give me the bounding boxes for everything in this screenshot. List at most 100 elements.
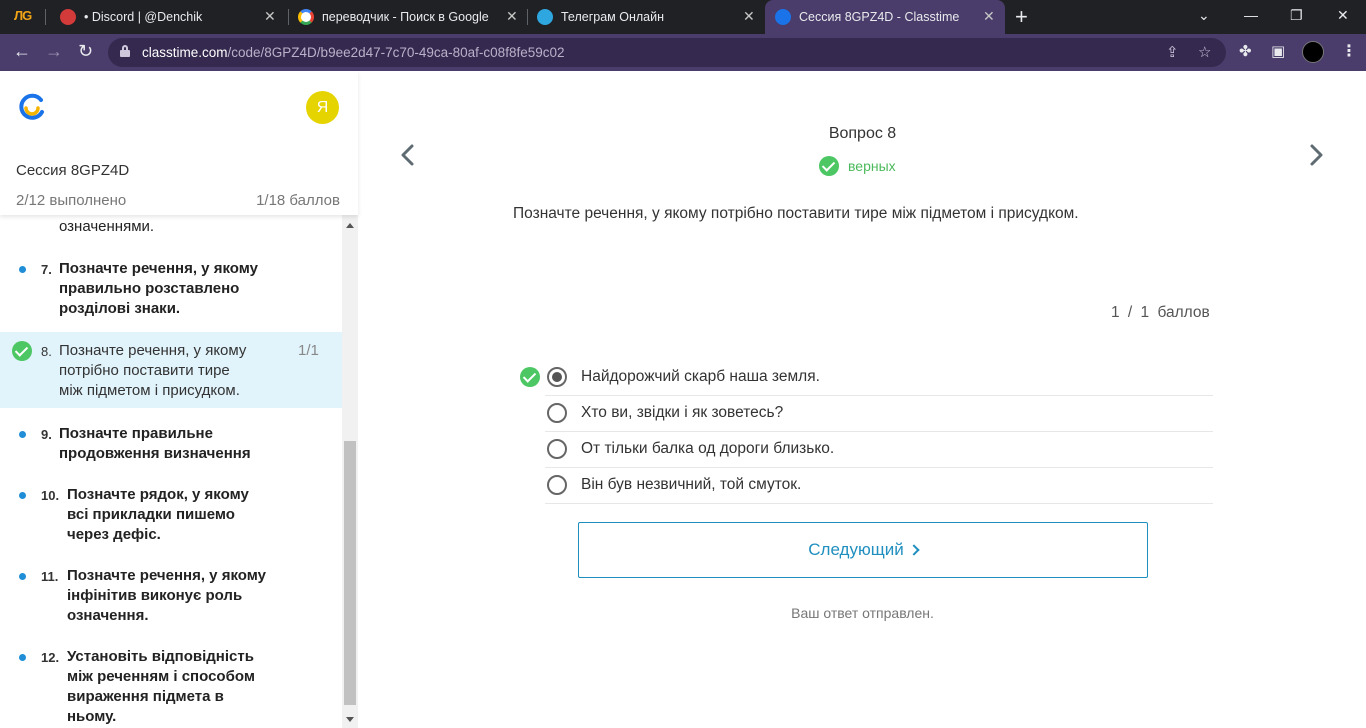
check-icon (12, 341, 32, 361)
question-title: Позначте рядок, у якому всі прикладки пи… (67, 486, 249, 543)
classtime-favicon-icon (775, 9, 791, 25)
tab-close-icon[interactable]: ✕ (983, 8, 995, 25)
answer-option[interactable]: От тільки балка од дороги близько. (545, 432, 1213, 468)
classtime-logo-icon[interactable] (18, 93, 46, 121)
unanswered-dot-icon (19, 654, 26, 661)
sidebar-scrollbar[interactable] (342, 215, 358, 728)
question-title: Позначте речення, у якому потрібно поста… (59, 342, 247, 399)
tab-search-icon[interactable]: ⌄ (1198, 7, 1210, 24)
forward-icon[interactable]: → (45, 41, 63, 62)
list-item[interactable]: 11. Позначте речення, у якому інфінітив … (0, 555, 342, 627)
next-button-label: Следующий (808, 540, 904, 559)
question-score: 1/1 (298, 342, 319, 359)
radio-button[interactable] (547, 439, 567, 459)
progress-completed: 2/12 выполнено (16, 192, 127, 209)
submitted-message: Ваш ответ отправлен. (791, 605, 934, 621)
list-item[interactable]: 9. Позначте правильне продовження визнач… (0, 413, 342, 467)
share-icon[interactable]: ⇪ (1166, 43, 1179, 61)
option-text: Найдорожчий скарб наша земля. (581, 368, 820, 385)
radio-button[interactable] (547, 475, 567, 495)
profile-icon[interactable] (1302, 41, 1324, 63)
question-label: Вопрос 8 (828, 125, 897, 142)
unanswered-dot-icon (19, 266, 26, 273)
extensions-icon[interactable]: ✤ (1239, 42, 1252, 60)
question-number: 12. (41, 650, 60, 665)
question-number: 9. (41, 427, 52, 442)
scroll-up-icon[interactable] (346, 223, 354, 228)
sidebar: Я Сессия 8GPZ4D 2/12 выполнено 1/18 балл… (0, 71, 358, 728)
question-number: 8. (41, 344, 52, 359)
question-title: означеннями. (59, 218, 155, 235)
next-question-icon[interactable] (1309, 143, 1325, 167)
tab-title: Телеграм Онлайн (561, 10, 665, 24)
session-title: Сессия 8GPZ4D (16, 162, 130, 179)
tab-title: переводчик - Поиск в Google (322, 10, 489, 24)
tab-close-icon[interactable]: ✕ (264, 8, 276, 25)
tab-title: Сессия 8GPZ4D - Classtime (799, 10, 960, 24)
unanswered-dot-icon (19, 492, 26, 499)
restore-icon[interactable]: ❐ (1290, 7, 1303, 24)
answer-option[interactable]: Найдорожчий скарб наша земля. (520, 360, 1213, 396)
lock-icon[interactable] (120, 45, 130, 57)
google-favicon-icon (298, 9, 314, 25)
correct-check-icon (520, 367, 540, 387)
question-text: Позначте речення, у якому потрібно поста… (513, 205, 1079, 222)
tab-google[interactable]: переводчик - Поиск в Google ✕ (288, 0, 526, 34)
list-item[interactable]: означеннями. (0, 215, 342, 243)
sidebar-header: Я Сессия 8GPZ4D 2/12 выполнено 1/18 балл… (0, 71, 358, 215)
check-icon (819, 156, 839, 176)
tab-separator (45, 9, 46, 25)
answer-option[interactable]: Він був незвичний, той смуток. (545, 468, 1213, 504)
previous-question-icon[interactable] (399, 143, 415, 167)
tab-title: • Discord | @Denchik (84, 10, 203, 24)
question-list: означеннями. 7. Позначте речення, у яком… (0, 215, 342, 728)
status-text: верных (848, 158, 896, 174)
option-text: От тільки балка од дороги близько. (581, 440, 835, 457)
option-text: Він був незвичний, той смуток. (581, 476, 802, 493)
list-item[interactable]: 10. Позначте рядок, у якому всі прикладк… (0, 474, 342, 546)
browser-tab-bar: ЛG • Discord | @Denchik ✕ переводчик - П… (0, 0, 1366, 34)
telegram-favicon-icon (537, 9, 553, 25)
browser-toolbar: ← → ↻ classtime.com/code/8GPZ4D/b9ee2d47… (0, 34, 1366, 71)
chevron-right-icon (908, 544, 920, 556)
progress-score: 1/18 баллов (256, 192, 340, 209)
menu-icon[interactable]: ⋮ (1341, 41, 1357, 61)
new-tab-icon[interactable]: + (1015, 4, 1028, 30)
option-text: Хто ви, звідки і як зоветесь? (581, 404, 784, 421)
close-window-icon[interactable]: ✕ (1337, 7, 1349, 24)
question-number: 7. (41, 262, 52, 277)
tab-telegram[interactable]: Телеграм Онлайн ✕ (527, 0, 765, 34)
unanswered-dot-icon (19, 431, 26, 438)
radio-button[interactable] (547, 403, 567, 423)
list-item[interactable]: 7. Позначте речення, у якому правильно р… (0, 249, 342, 321)
question-title: Позначте правильне продовження визначенн… (59, 425, 251, 462)
minimize-icon[interactable]: — (1244, 7, 1258, 23)
question-panel: Вопрос 8 верных Позначте речення, у яком… (359, 71, 1366, 728)
back-icon[interactable]: ← (13, 41, 31, 62)
next-button[interactable]: Следующий (578, 522, 1148, 578)
extension-logo-icon[interactable]: ЛG (14, 8, 38, 26)
question-title: Позначте речення, у якому правильно розс… (59, 260, 258, 317)
sidepanel-icon[interactable]: ▣ (1271, 42, 1285, 60)
question-number: 10. (41, 488, 60, 503)
question-number: 11. (41, 569, 59, 584)
avatar[interactable]: Я (306, 91, 339, 124)
list-item-current[interactable]: 8. Позначте речення, у якому потрібно по… (0, 332, 342, 408)
url-text[interactable]: classtime.com/code/8GPZ4D/b9ee2d47-7c70-… (142, 45, 565, 60)
tab-classtime[interactable]: Сессия 8GPZ4D - Classtime ✕ (765, 0, 1005, 34)
reload-icon[interactable]: ↻ (78, 41, 93, 62)
tab-close-icon[interactable]: ✕ (743, 8, 755, 25)
radio-button-selected[interactable] (547, 367, 567, 387)
tab-discord[interactable]: • Discord | @Denchik ✕ (50, 0, 288, 34)
star-icon[interactable]: ☆ (1198, 43, 1211, 61)
answer-option[interactable]: Хто ви, звідки і як зоветесь? (545, 396, 1213, 432)
address-bar[interactable]: classtime.com/code/8GPZ4D/b9ee2d47-7c70-… (108, 38, 1226, 67)
tab-close-icon[interactable]: ✕ (506, 8, 518, 25)
question-title: Позначте речення, у якому інфінітив вико… (67, 567, 266, 624)
scroll-down-icon[interactable] (346, 717, 354, 722)
unanswered-dot-icon (19, 573, 26, 580)
scrollbar-thumb[interactable] (344, 441, 356, 705)
discord-favicon-icon (60, 9, 76, 25)
list-item[interactable]: 12. Установіть відповідність між речення… (0, 636, 342, 728)
points-display: 1 / 1 баллов (1111, 304, 1210, 321)
